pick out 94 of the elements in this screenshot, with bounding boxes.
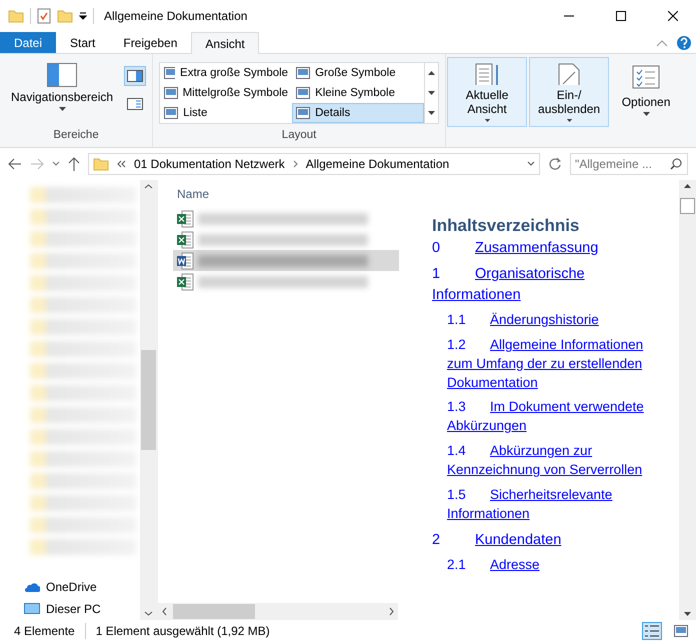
word-document-icon [176, 252, 194, 270]
chevron-right-icon [389, 607, 394, 616]
layout-option[interactable]: Details [292, 103, 424, 123]
toc-link[interactable]: 1.5 Sicherheitsrelevante Informationen [447, 486, 665, 524]
column-header[interactable]: Name [158, 180, 398, 208]
spreadsheet-icon [176, 230, 194, 248]
view-toggle-button[interactable] [642, 622, 662, 640]
ribbon-button[interactable]: Optionen [611, 57, 682, 127]
ribbon-tab[interactable]: Start [56, 32, 110, 53]
double-chevron-icon[interactable] [117, 160, 126, 168]
navigation-item[interactable]: Dieser PC [0, 598, 140, 620]
caret-icon [484, 118, 491, 122]
window-title: Allgemeine Dokumentation [104, 9, 248, 23]
layout-option[interactable]: Große Symbole [292, 63, 424, 83]
selection-info: 1 Element ausgewählt (1,92 MB) [96, 624, 270, 638]
spreadsheet-icon [176, 272, 194, 290]
spreadsheet-icon [176, 210, 194, 228]
ribbon-tab[interactable]: Ansicht [191, 32, 259, 54]
horizontal-scrollbar[interactable] [158, 603, 398, 620]
toc-link[interactable]: 2 Kundendaten [432, 530, 665, 550]
toc-link[interactable]: 1.3 Im Dokument verwendete Abkürzungen [447, 398, 665, 436]
navigation-pane-button[interactable]: Navigationsbereich [6, 58, 118, 129]
preview-scrollbar[interactable] [679, 180, 696, 620]
ribbon-button[interactable]: Aktuelle Ansicht [447, 57, 528, 127]
chevron-icon[interactable] [292, 160, 298, 168]
toc-heading: Inhaltsverzeichnis [432, 216, 580, 236]
caret-icon [58, 107, 66, 111]
view-icon [296, 67, 310, 79]
view-icon [164, 67, 176, 79]
caret-icon [428, 91, 436, 95]
view-toggle-button[interactable] [672, 623, 690, 639]
scrollbar-thumb[interactable] [141, 350, 156, 450]
search-icon [670, 158, 682, 170]
caret-icon [52, 161, 60, 167]
breadcrumb[interactable]: 01 Dokumentation Netzwerk [134, 157, 285, 171]
layout-option[interactable]: Mittelgroße Symbole [160, 83, 292, 103]
cloud-icon [24, 582, 40, 592]
search-field[interactable]: "Allgemeine ... [570, 153, 688, 175]
toc-link[interactable]: 0 Zusammenfassung [432, 238, 665, 258]
close-icon [668, 11, 678, 21]
scrollbar-thumb[interactable] [680, 198, 695, 214]
item-count: 4 Elemente [14, 624, 75, 638]
navigation-item[interactable]: OneDrive [0, 576, 140, 598]
chevron-down-icon [144, 611, 153, 616]
new-folder-icon [57, 9, 73, 23]
refresh-icon[interactable] [548, 157, 562, 171]
view-icon [674, 625, 688, 637]
scrollbar-thumb[interactable] [173, 604, 255, 619]
dropdown-icon[interactable] [79, 12, 87, 20]
breadcrumb[interactable]: Allgemeine Dokumentation [306, 157, 450, 171]
layout-option[interactable]: Extra große Symbole [160, 63, 292, 83]
gallery-scrollbar[interactable] [425, 62, 440, 124]
chevron-left-icon [162, 607, 167, 616]
group-label: Bereiche [52, 129, 100, 143]
scrollbar[interactable] [140, 180, 157, 620]
address-bar[interactable]: 01 Dokumentation Netzwerk Allgemeine Dokumentation [88, 153, 540, 175]
details-view-icon [644, 624, 660, 638]
view-icon [164, 107, 178, 119]
preview-pane-icon[interactable] [124, 66, 146, 86]
toc-link[interactable]: 1.2 Allgemeine Informationen zum Umfang der zu erstellenden Dokumentation [447, 336, 665, 392]
properties-icon[interactable] [37, 8, 51, 24]
file-row[interactable] [173, 250, 399, 271]
navigation-pane-icon [47, 63, 78, 87]
back-button[interactable] [8, 158, 22, 170]
recent-locations-button[interactable] [52, 161, 60, 167]
caret-icon [566, 118, 573, 122]
maximize-icon [616, 11, 626, 21]
ribbon-tab[interactable]: Datei [0, 32, 56, 53]
toc-link[interactable]: 1.4 Abkürzungen zur Kennzeichnung von Serverrollen [447, 442, 665, 480]
view-icon [296, 87, 310, 99]
chevron-up-icon [144, 184, 153, 189]
back-arrow-icon [8, 158, 22, 170]
caret-icon [428, 71, 436, 75]
forward-arrow-icon [30, 158, 44, 170]
more-caret-icon [428, 111, 436, 115]
up-button[interactable] [68, 157, 80, 171]
view-icon [164, 87, 178, 99]
up-arrow-icon [68, 157, 80, 171]
dropdown-icon[interactable] [527, 161, 535, 167]
toc-link[interactable]: 1.1 Änderungshistorie [447, 310, 665, 330]
group-label: Layout [280, 129, 318, 143]
scroll-up-icon [684, 184, 691, 188]
ribbon-tab[interactable]: Freigeben [109, 32, 192, 53]
folder-icon [8, 9, 24, 23]
folder-icon [93, 157, 109, 171]
monitor-icon [24, 603, 40, 615]
layout-option[interactable]: Kleine Symbole [292, 83, 424, 103]
scroll-down-icon [684, 612, 691, 616]
layout-option[interactable]: Liste [160, 103, 292, 123]
toc-link[interactable]: 1 Organisatorische Informationen [432, 264, 665, 305]
view-icon [296, 107, 310, 119]
ribbon-button[interactable]: Ein-/ ausblenden [529, 57, 610, 127]
toc-link[interactable]: 2.1 Adresse [447, 556, 665, 575]
caret-icon [642, 112, 650, 116]
